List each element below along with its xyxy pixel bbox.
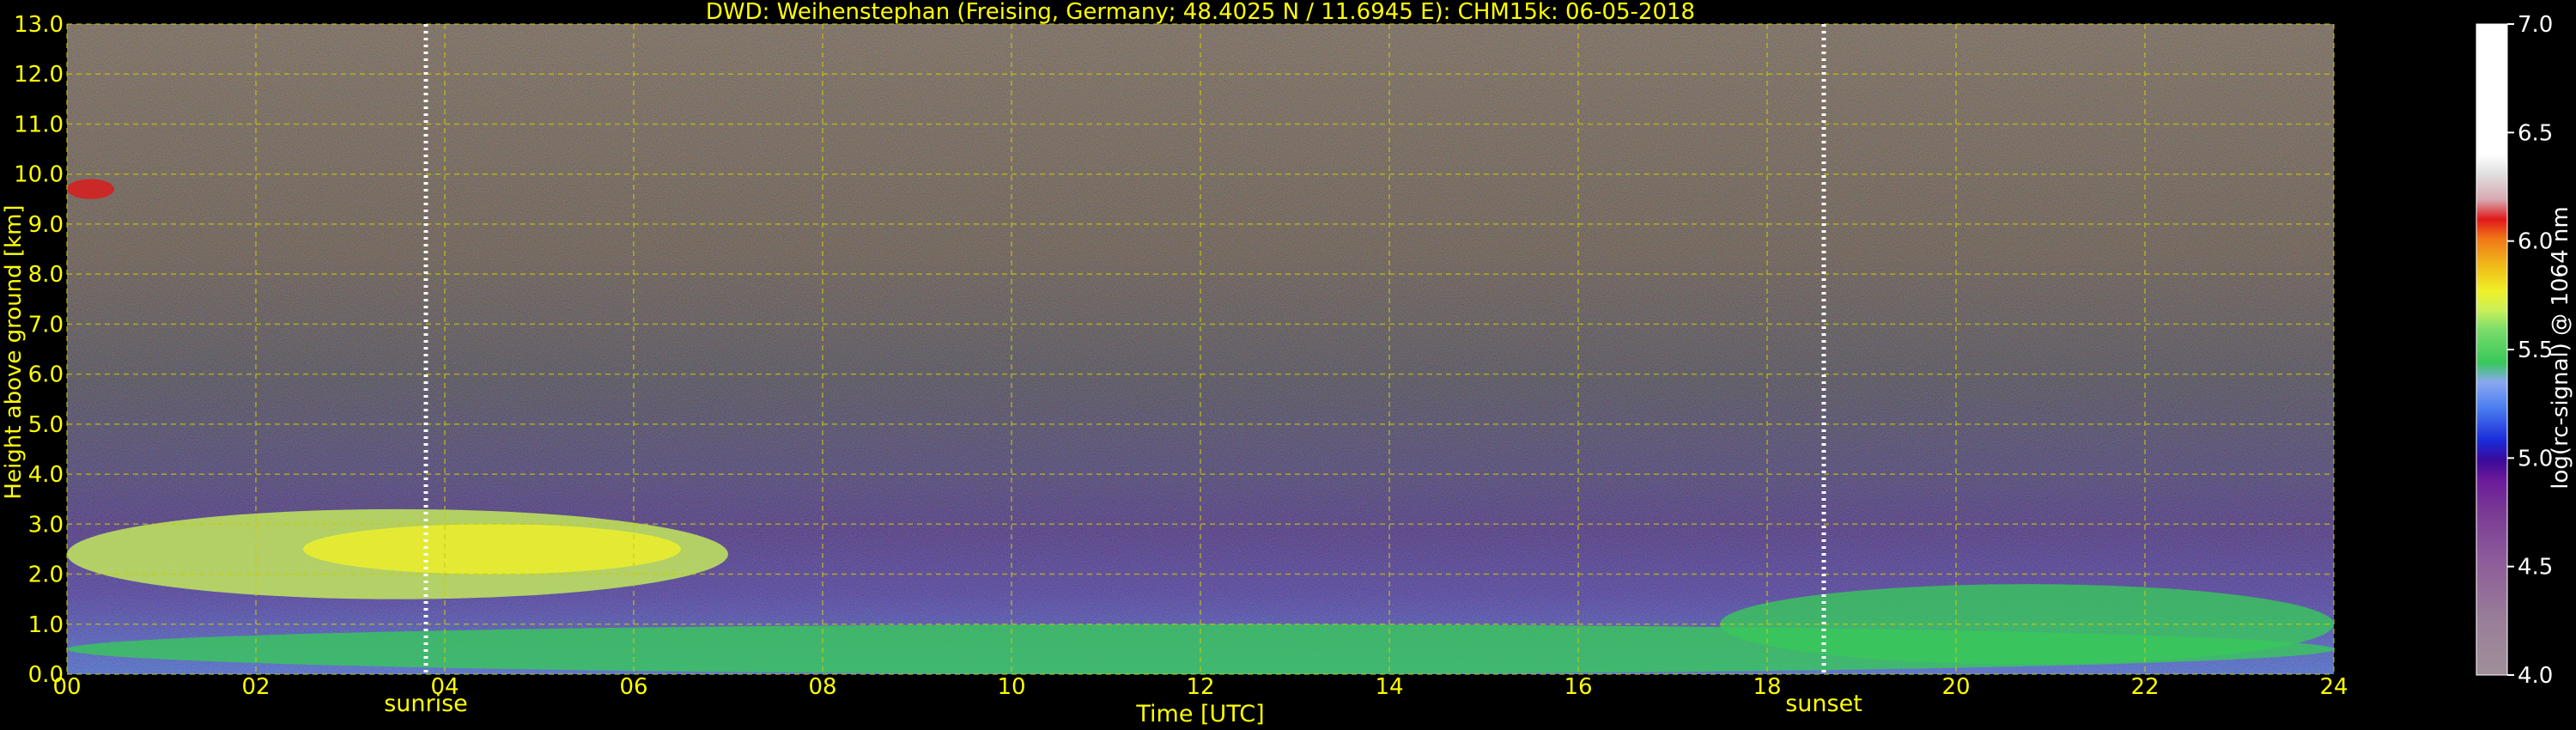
colorbar-tick-label: 4.5	[2518, 555, 2553, 581]
x-tick-label: 18	[1753, 674, 1781, 700]
x-tick-label: 02	[241, 674, 270, 700]
y-tick-label: 12.0	[14, 62, 64, 88]
marker-label-sunset: sunset	[1785, 690, 1862, 717]
y-tick-label: 2.0	[28, 563, 64, 588]
y-tick-label: 13.0	[14, 12, 64, 38]
colorbar-tick-label: 4.0	[2518, 663, 2553, 689]
x-tick-label: 22	[2130, 674, 2159, 700]
y-tick-label: 1.0	[28, 612, 64, 638]
colorbar-tick-label: 6.5	[2518, 120, 2553, 146]
x-tick-label: 10	[997, 674, 1025, 700]
layer-cloud-patch	[67, 179, 114, 199]
colorbar: 4.04.55.05.56.06.57.0	[2476, 12, 2553, 689]
y-tick-label: 9.0	[28, 212, 64, 238]
y-tick-label: 4.0	[28, 462, 64, 488]
y-tick-label: 3.0	[28, 512, 64, 538]
x-tick-label: 08	[808, 674, 836, 700]
colorbar-tick-label: 7.0	[2518, 12, 2553, 38]
x-tick-label: 00	[52, 674, 81, 700]
lidar-chart: sunrise sunset 0.01.02.03.04.05.06.07.08.…	[1, 0, 2573, 727]
x-tick-label: 12	[1186, 674, 1214, 700]
y-tick-label: 6.0	[28, 362, 64, 388]
y-tick-label: 5.0	[28, 412, 64, 438]
x-tick-label: 20	[1941, 674, 1970, 700]
x-tick-label: 06	[619, 674, 647, 700]
x-tick-label: 16	[1564, 674, 1592, 700]
y-tick-label: 10.0	[14, 162, 64, 188]
y-tick-label: 7.0	[28, 312, 64, 338]
layer-aerosol-top	[303, 524, 681, 575]
x-tick-label: 14	[1375, 674, 1403, 700]
x-tick-label: 04	[430, 674, 459, 700]
y-axis-label: Height above ground [km]	[1, 204, 27, 499]
chart-title: DWD: Weihenstephan (Freising, Germany; 4…	[706, 0, 1695, 25]
x-axis-label: Time [UTC]	[1135, 701, 1264, 727]
y-tick-label: 8.0	[28, 262, 64, 288]
colorbar-scale	[2476, 23, 2508, 676]
colorbar-label: log(rc-signal) @ 1064 nm	[2548, 206, 2573, 489]
y-tick-label: 11.0	[14, 112, 64, 137]
x-tick-label: 24	[2319, 674, 2348, 700]
